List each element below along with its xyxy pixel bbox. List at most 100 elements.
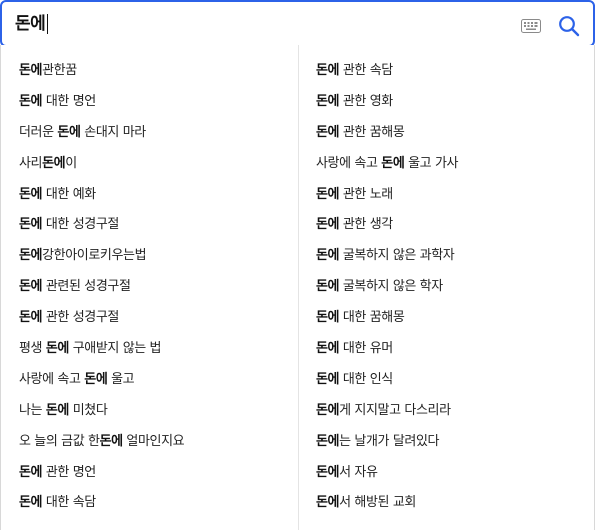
suggestion-match: 돈에 (316, 217, 340, 233)
suggestion-item[interactable]: 돈에강한아이로키우는법 (19, 241, 294, 272)
suggestion-match: 돈에 (19, 495, 43, 511)
suggestion-suffix: 관련된 성경구절 (42, 279, 131, 295)
suggestion-item[interactable]: 돈에 대한 꿈해몽 (316, 303, 591, 334)
suggestion-match: 돈에 (316, 186, 340, 202)
suggestion-suffix: 관한 노래 (339, 186, 393, 202)
suggestion-suffix: 관한 꿈해몽 (339, 124, 405, 140)
suggestion-dropdown: 돈에관한꿈 돈에 대한 명언 더러운 돈에 손대지 마라 사리돈에이 돈에 대한 예화 돈… (0, 45, 595, 530)
suggestion-item[interactable]: 돈에 대한 명언 (19, 87, 294, 118)
suggestion-suffix: 미쳤다 (68, 402, 108, 418)
suggestion-match: 돈에 (316, 341, 340, 357)
suggestion-suffix: 대한 예화 (42, 186, 96, 202)
suggestion-item[interactable]: 돈에서 해방된 교회 (316, 488, 591, 519)
suggestion-suffix: 관한 명언 (42, 464, 96, 480)
suggestion-match: 돈에 (316, 495, 340, 511)
suggestion-match: 돈에 (45, 341, 70, 357)
suggestion-suffix: 울고 가사 (404, 155, 459, 171)
suggestion-item[interactable]: 돈에 관한 명언 (19, 458, 294, 489)
suggestion-match: 돈에 (99, 433, 124, 449)
suggestion-match: 돈에 (381, 155, 405, 171)
suggestion-match: 돈에 (316, 248, 340, 264)
suggestion-match: 돈에 (316, 310, 340, 326)
suggestion-item[interactable]: 돈에 대한 유머 (316, 334, 591, 365)
suggestion-list-right: 돈에 관한 속담 돈에 관한 영화 돈에 관한 꿈해몽 사랑에 속고 돈에 울고 가사… (316, 56, 591, 519)
suggestion-item[interactable]: 돈에서 자유 (316, 458, 591, 489)
suggestion-item[interactable]: 돈에 관한 노래 (316, 180, 591, 211)
suggestion-suffix: 대한 성경구절 (42, 217, 120, 233)
suggestion-suffix: 관한꿈 (42, 63, 77, 78)
suggestion-suffix: 이 (65, 155, 77, 171)
suggestion-suffix: 관한 생각 (339, 217, 393, 233)
suggestion-suffix: 게 지지말고 다스리라 (339, 402, 451, 418)
suggestion-suffix: 서 해방된 교회 (339, 495, 416, 511)
suggestion-prefix: 나는 (19, 402, 46, 418)
suggestion-match: 돈에 (19, 186, 43, 202)
suggestion-suffix: 관한 성경구절 (42, 310, 120, 326)
suggestion-match: 돈에 (316, 279, 340, 295)
suggestion-match: 돈에 (316, 63, 340, 78)
suggestion-list-left: 돈에관한꿈 돈에 대한 명언 더러운 돈에 손대지 마라 사리돈에이 돈에 대한 예화 돈… (19, 56, 294, 519)
suggestion-item[interactable]: 돈에 굴복하지 않은 과학자 (316, 241, 591, 272)
suggestion-match: 돈에 (84, 371, 108, 387)
suggestion-suffix: 손대지 마라 (80, 124, 146, 140)
suggestion-match: 돈에 (19, 279, 43, 295)
suggestion-item[interactable]: 나는 돈에 미쳤다 (19, 396, 294, 427)
suggestion-suffix: 대한 유머 (339, 341, 393, 357)
suggestion-item[interactable]: 돈에 대한 성경구절 (19, 210, 294, 241)
suggestion-item[interactable]: 돈에 관한 생각 (316, 210, 591, 241)
suggestion-prefix: 사리 (19, 155, 43, 171)
suggestion-match: 돈에 (19, 93, 43, 109)
suggestion-prefix: 평생 (19, 341, 46, 357)
suggestion-match: 돈에 (45, 402, 70, 418)
suggestion-item[interactable]: 돈에 대한 예화 (19, 180, 294, 211)
suggestion-match: 돈에 (316, 371, 340, 387)
suggestion-item[interactable]: 돈에 관한 영화 (316, 87, 591, 118)
suggestion-item[interactable]: 돈에 관한 성경구절 (19, 303, 294, 334)
suggestion-match: 돈에 (316, 124, 340, 140)
suggestion-match: 돈에 (42, 155, 66, 171)
suggestion-item[interactable]: 사리돈에이 (19, 149, 294, 180)
suggestion-item[interactable]: 돈에는 날개가 달려있다 (316, 427, 591, 458)
suggestion-suffix: 는 날개가 달려있다 (339, 433, 440, 449)
suggestion-item[interactable]: 돈에 관련된 성경구절 (19, 272, 294, 303)
suggestion-suffix: 강한아이로키우는법 (42, 248, 147, 264)
suggestion-suffix: 대한 꿈해몽 (339, 310, 405, 326)
suggestion-item[interactable]: 사랑에 속고 돈에 울고 (19, 365, 294, 396)
suggestion-item[interactable]: 돈에 관한 속담 (316, 56, 591, 87)
text-caret (47, 14, 48, 34)
suggestion-suffix: 서 자유 (339, 464, 378, 480)
suggestion-prefix: 사랑에 속고 (316, 155, 382, 171)
suggestion-match: 돈에 (316, 402, 340, 418)
column-divider (298, 45, 299, 530)
suggestion-item[interactable]: 돈에 대한 인식 (316, 365, 591, 396)
search-icon[interactable] (558, 15, 580, 37)
suggestion-match: 돈에 (19, 310, 43, 326)
suggestion-suffix: 얼마인지요 (122, 433, 185, 449)
suggestion-item[interactable]: 더러운 돈에 손대지 마라 (19, 118, 294, 149)
search-input[interactable]: 돈에 (15, 13, 46, 35)
suggestion-match: 돈에 (57, 124, 81, 140)
suggestion-item[interactable]: 돈에 관한 꿈해몽 (316, 118, 591, 149)
suggestion-prefix: 오 늘의 금값 한 (19, 433, 100, 449)
suggestion-suffix: 대한 인식 (339, 371, 393, 387)
keyboard-icon[interactable] (521, 18, 541, 33)
suggestion-match: 돈에 (316, 433, 340, 449)
suggestion-match: 돈에 (19, 217, 43, 233)
suggestion-item[interactable]: 오 늘의 금값 한돈에 얼마인지요 (19, 427, 294, 458)
suggestion-item[interactable]: 평생 돈에 구애받지 않는 법 (19, 334, 294, 365)
suggestion-match: 돈에 (19, 63, 43, 78)
suggestion-item[interactable]: 돈에게 지지말고 다스리라 (316, 396, 591, 427)
suggestion-suffix: 대한 속담 (42, 495, 96, 511)
suggestion-item[interactable]: 사랑에 속고 돈에 울고 가사 (316, 149, 591, 180)
suggestion-match: 돈에 (19, 248, 43, 264)
suggestion-match: 돈에 (316, 93, 340, 109)
suggestion-item[interactable]: 돈에관한꿈 (19, 56, 294, 87)
suggestion-suffix: 관한 속담 (339, 63, 393, 78)
search-box[interactable]: 돈에 (0, 0, 595, 47)
suggestion-suffix: 굴복하지 않은 과학자 (339, 248, 455, 264)
suggestion-match: 돈에 (316, 464, 340, 480)
suggestion-suffix: 굴복하지 않은 학자 (339, 279, 443, 295)
suggestion-item[interactable]: 돈에 대한 속담 (19, 488, 294, 519)
suggestion-item[interactable]: 돈에 굴복하지 않은 학자 (316, 272, 591, 303)
suggestion-prefix: 더러운 (19, 124, 58, 140)
